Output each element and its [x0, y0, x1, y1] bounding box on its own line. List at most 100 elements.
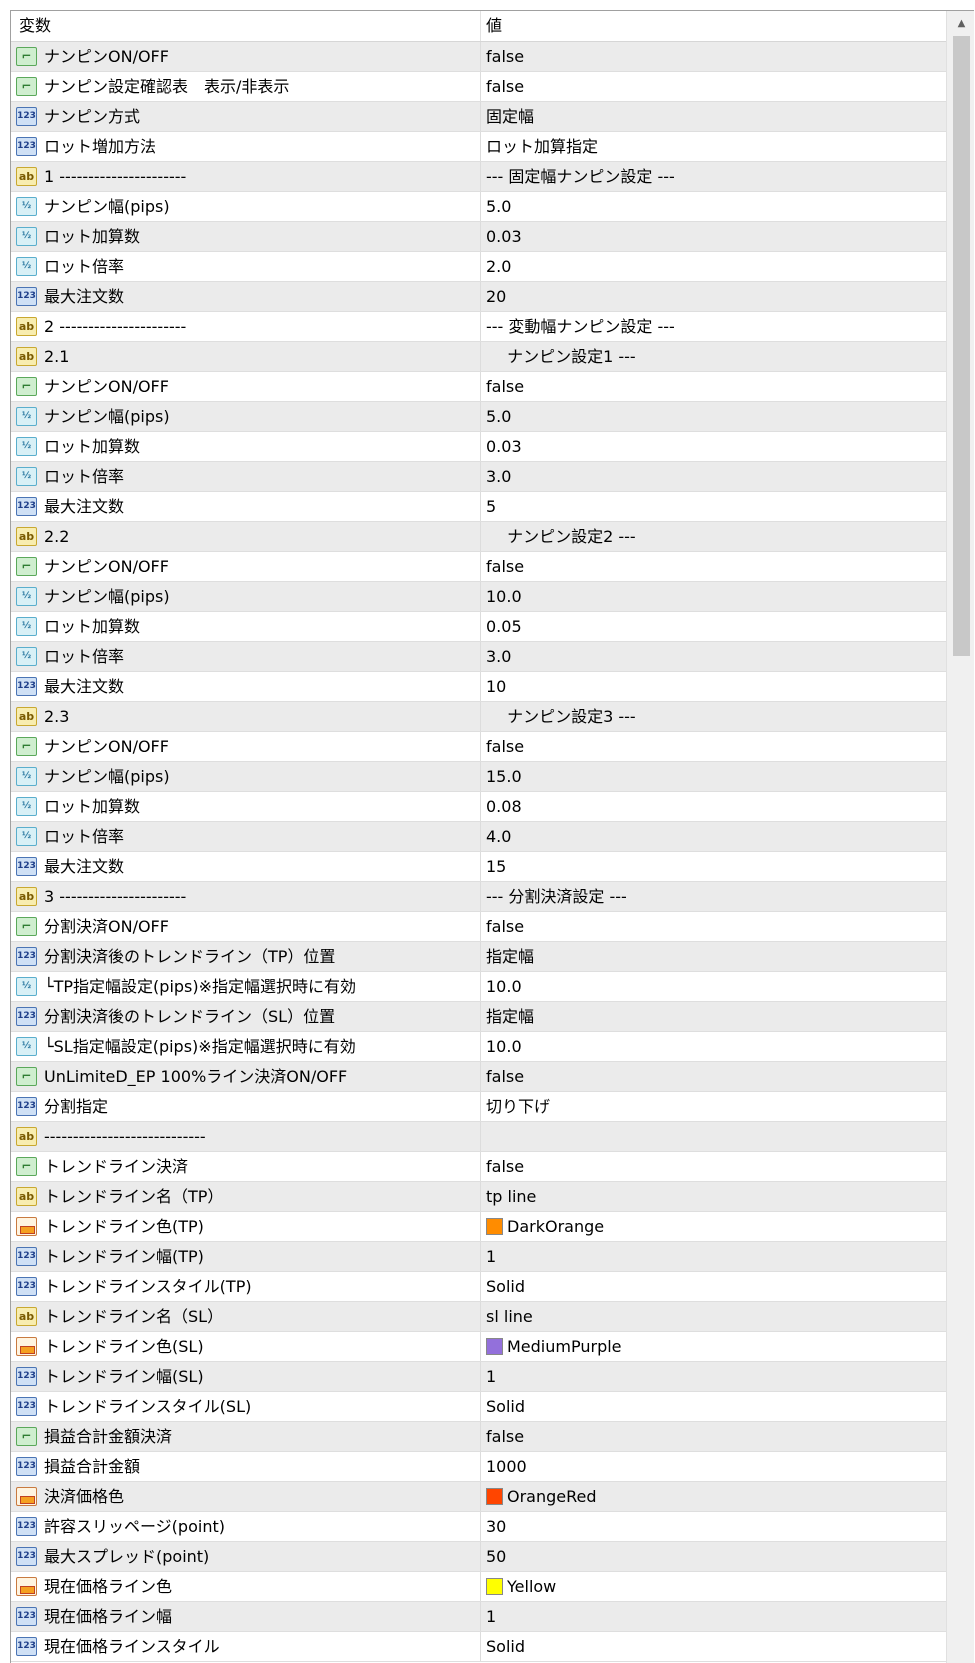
parameter-value[interactable]: 0.05 — [486, 612, 522, 641]
parameter-value[interactable]: --- 分割決済設定 --- — [486, 882, 627, 911]
parameter-value[interactable]: 15 — [486, 852, 506, 881]
parameter-row[interactable]: ½ ロット加算数 0.03 — [11, 222, 946, 252]
parameter-row[interactable]: 123 損益合計金額 1000 — [11, 1452, 946, 1482]
parameter-row[interactable]: ⌐ ナンピン設定確認表 表示/非表示 false — [11, 72, 946, 102]
parameter-row[interactable]: 123 許容スリッページ(point) 30 — [11, 1512, 946, 1542]
parameter-row[interactable]: ⌐ 分割決済ON/OFF false — [11, 912, 946, 942]
parameter-row[interactable]: ab 1 ---------------------- --- 固定幅ナンピン設定 … — [11, 162, 946, 192]
parameter-value[interactable]: false — [486, 912, 524, 941]
parameter-value[interactable]: --- 変動幅ナンピン設定 --- — [486, 312, 675, 341]
parameter-value[interactable]: 指定幅 — [486, 1002, 534, 1031]
parameter-value[interactable]: 30 — [486, 1512, 506, 1541]
scrollbar-thumb[interactable] — [953, 36, 970, 656]
parameter-row[interactable]: ab 3 ---------------------- --- 分割決済設定 --- — [11, 882, 946, 912]
parameter-value[interactable]: ナンピン設定2 --- — [486, 522, 636, 551]
parameter-row[interactable]: ab 2.2 ナンピン設定2 --- — [11, 522, 946, 552]
parameter-row[interactable]: ½ ロット倍率 4.0 — [11, 822, 946, 852]
parameter-value[interactable]: 10.0 — [486, 582, 522, 611]
parameter-row[interactable]: 現在価格ライン色 Yellow — [11, 1572, 946, 1602]
parameter-row[interactable]: ab トレンドライン名（SL） sl line — [11, 1302, 946, 1332]
parameter-row[interactable]: ½ ロット加算数 0.05 — [11, 612, 946, 642]
parameter-row[interactable]: ½ ロット倍率 2.0 — [11, 252, 946, 282]
parameter-value[interactable]: 15.0 — [486, 762, 522, 791]
parameter-value[interactable]: 1000 — [486, 1452, 527, 1481]
parameter-row[interactable]: 123 現在価格ライン幅 1 — [11, 1602, 946, 1632]
parameter-value[interactable]: false — [486, 1062, 524, 1091]
parameter-row[interactable]: ab 2 ---------------------- --- 変動幅ナンピン設定 … — [11, 312, 946, 342]
parameter-value[interactable]: 10 — [486, 672, 506, 701]
parameter-row[interactable]: ⌐ ナンピンON/OFF false — [11, 552, 946, 582]
parameter-row[interactable]: 123 最大注文数 5 — [11, 492, 946, 522]
parameter-value[interactable]: 3.0 — [486, 462, 511, 491]
parameter-value[interactable]: 20 — [486, 282, 506, 311]
parameter-row[interactable]: ab 2.3 ナンピン設定3 --- — [11, 702, 946, 732]
parameter-value[interactable]: false — [486, 1422, 524, 1451]
parameter-value[interactable]: DarkOrange — [486, 1212, 604, 1241]
parameter-value[interactable]: MediumPurple — [486, 1332, 622, 1361]
parameter-value[interactable]: --- 固定幅ナンピン設定 --- — [486, 162, 675, 191]
parameter-row[interactable]: ab ---------------------------- — [11, 1122, 946, 1152]
parameter-value[interactable]: 1 — [486, 1242, 496, 1271]
parameter-row[interactable]: 123 分割指定 切り下げ — [11, 1092, 946, 1122]
parameter-row[interactable]: ab トレンドライン名（TP） tp line — [11, 1182, 946, 1212]
parameter-value[interactable]: ナンピン設定1 --- — [486, 342, 636, 371]
parameter-value[interactable]: ナンピン設定3 --- — [486, 702, 636, 731]
parameter-row[interactable]: ⌐ ナンピンON/OFF false — [11, 372, 946, 402]
parameter-value[interactable]: false — [486, 552, 524, 581]
parameter-row[interactable]: 123 分割決済後のトレンドライン（TP）位置 指定幅 — [11, 942, 946, 972]
parameter-value[interactable]: false — [486, 732, 524, 761]
parameter-row[interactable]: 123 最大注文数 15 — [11, 852, 946, 882]
parameter-row[interactable]: ½ ロット加算数 0.08 — [11, 792, 946, 822]
parameter-value[interactable]: 1 — [486, 1362, 496, 1391]
parameter-row[interactable]: ½ ナンピン幅(pips) 10.0 — [11, 582, 946, 612]
parameter-value[interactable]: 3.0 — [486, 642, 511, 671]
column-divider[interactable] — [480, 11, 481, 41]
parameter-row[interactable]: トレンドライン色(SL) MediumPurple — [11, 1332, 946, 1362]
parameter-value[interactable]: 10.0 — [486, 1032, 522, 1061]
parameter-row[interactable]: トレンドライン色(TP) DarkOrange — [11, 1212, 946, 1242]
parameter-row[interactable]: 123 最大注文数 10 — [11, 672, 946, 702]
parameter-value[interactable]: Solid — [486, 1392, 525, 1421]
vertical-scrollbar[interactable]: ▲ — [946, 11, 974, 1663]
parameter-value[interactable]: 0.03 — [486, 432, 522, 461]
parameter-value[interactable]: sl line — [486, 1302, 533, 1331]
parameter-row[interactable]: ½ ロット加算数 0.03 — [11, 432, 946, 462]
parameter-value[interactable]: 10.0 — [486, 972, 522, 1001]
parameter-row[interactable]: ½ ナンピン幅(pips) 15.0 — [11, 762, 946, 792]
column-header-value[interactable]: 値 — [486, 11, 502, 41]
parameter-row[interactable]: ⌐ トレンドライン決済 false — [11, 1152, 946, 1182]
parameter-value[interactable]: 4.0 — [486, 822, 511, 851]
parameter-value[interactable]: tp line — [486, 1182, 536, 1211]
parameter-row[interactable]: 123 現在価格ラインスタイル Solid — [11, 1632, 946, 1662]
parameter-row[interactable]: 123 ナンピン方式 固定幅 — [11, 102, 946, 132]
parameter-row[interactable]: ⌐ UnLimiteD_EP 100%ライン決済ON/OFF false — [11, 1062, 946, 1092]
parameter-row[interactable]: 123 トレンドラインスタイル(TP) Solid — [11, 1272, 946, 1302]
parameter-value[interactable]: 指定幅 — [486, 942, 534, 971]
parameter-value[interactable]: OrangeRed — [486, 1482, 597, 1511]
parameter-row[interactable]: ab 2.1 ナンピン設定1 --- — [11, 342, 946, 372]
column-header-variable[interactable]: 変数 — [19, 11, 51, 41]
parameter-row[interactable]: ½ ロット倍率 3.0 — [11, 462, 946, 492]
parameter-value[interactable]: 5.0 — [486, 402, 511, 431]
parameter-row[interactable]: 123 ロット増加方法 ロット加算指定 — [11, 132, 946, 162]
parameter-value[interactable]: 0.08 — [486, 792, 522, 821]
parameter-row[interactable]: ⌐ ナンピンON/OFF false — [11, 732, 946, 762]
parameter-row[interactable]: ½ ナンピン幅(pips) 5.0 — [11, 192, 946, 222]
parameter-value[interactable]: 切り下げ — [486, 1092, 550, 1121]
parameter-row[interactable]: ⌐ 損益合計金額決済 false — [11, 1422, 946, 1452]
parameter-value[interactable]: false — [486, 1152, 524, 1181]
chevron-up-icon[interactable]: ▲ — [947, 11, 974, 36]
parameter-value[interactable]: Yellow — [486, 1572, 556, 1601]
parameter-value[interactable]: 1 — [486, 1602, 496, 1631]
parameter-row[interactable]: ½ ロット倍率 3.0 — [11, 642, 946, 672]
parameter-row[interactable]: ⌐ ナンピンON/OFF false — [11, 42, 946, 72]
parameter-row[interactable]: 123 トレンドライン幅(TP) 1 — [11, 1242, 946, 1272]
parameter-value[interactable]: false — [486, 372, 524, 401]
parameter-value[interactable]: false — [486, 42, 524, 71]
parameter-value[interactable]: ロット加算指定 — [486, 132, 598, 161]
parameter-row[interactable]: 決済価格色 OrangeRed — [11, 1482, 946, 1512]
parameter-value[interactable]: false — [486, 72, 524, 101]
parameter-value[interactable]: Solid — [486, 1272, 525, 1301]
parameter-row[interactable]: 123 トレンドライン幅(SL) 1 — [11, 1362, 946, 1392]
parameter-row[interactable]: 123 最大注文数 20 — [11, 282, 946, 312]
